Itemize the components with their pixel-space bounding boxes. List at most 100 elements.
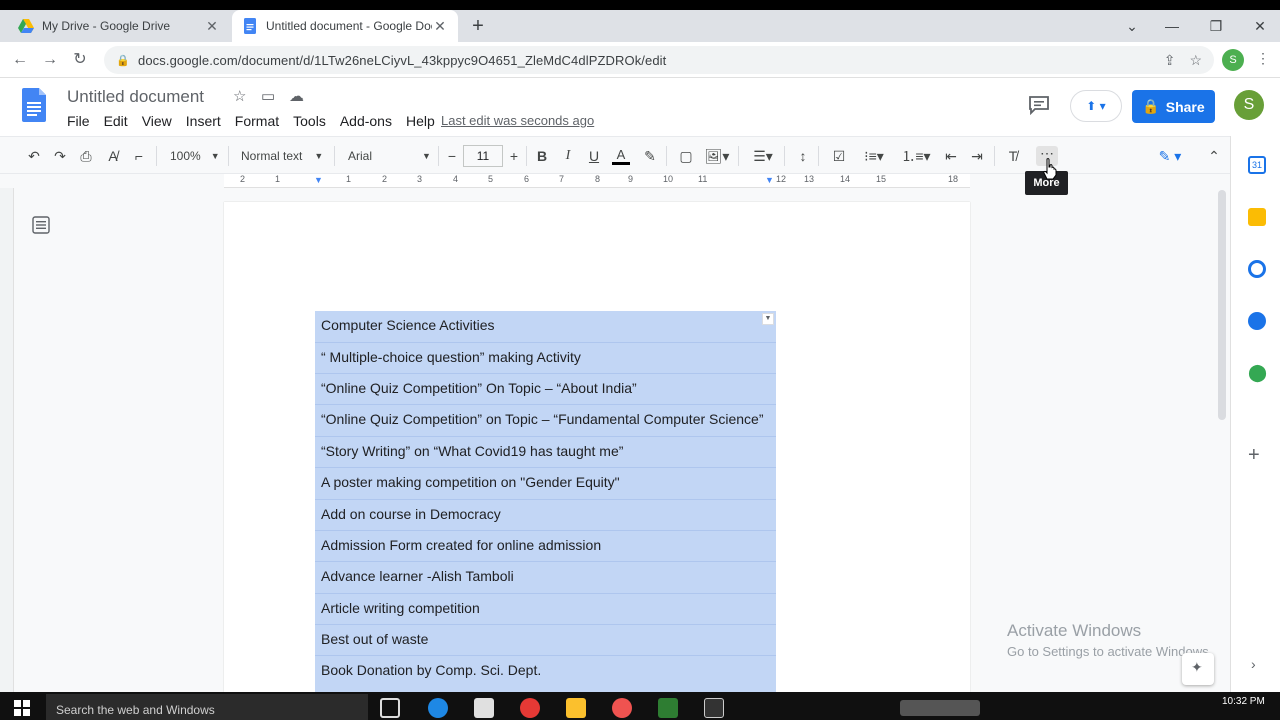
last-edit-link[interactable]: Last edit was seconds ago [441,113,594,128]
table-row[interactable]: Best out of waste [321,631,428,647]
task-view-icon[interactable] [380,698,400,718]
line-spacing-icon[interactable]: ↕ [793,145,813,167]
selected-table[interactable]: Computer Science Activities “ Multiple-c… [315,311,776,692]
decrease-font-size-button[interactable]: − [441,148,463,164]
table-row[interactable]: Article writing competition [321,600,480,616]
bulleted-list-icon[interactable]: ⁝≡▾ [856,145,892,167]
table-row[interactable]: Computer Science Activities [321,317,495,333]
paint-format-icon[interactable]: ⌐ [129,145,149,167]
menu-insert[interactable]: Insert [186,113,221,129]
document-title[interactable]: Untitled document [67,87,204,107]
document-outline-icon[interactable] [32,216,50,234]
zoom-select[interactable]: 100% ▼ [170,145,222,167]
left-indent-marker-icon[interactable]: ▼ [314,175,323,185]
back-button[interactable]: ← [8,48,32,72]
excel-icon[interactable] [658,698,678,718]
tasks-icon[interactable] [1248,260,1266,278]
editing-mode-icon[interactable]: ✎ ▾ [1150,145,1190,167]
insert-image-icon[interactable]: 🖼▾ [702,145,732,167]
browser-profile-avatar[interactable]: S [1222,49,1244,71]
edge-icon[interactable] [428,698,448,718]
table-row[interactable]: A poster making competition on "Gender E… [321,474,620,490]
print-icon[interactable]: ⎙ [76,145,96,167]
style-select[interactable]: Normal text ▼ [241,145,327,167]
chrome-icon[interactable] [520,698,540,718]
forward-button[interactable]: → [38,48,62,72]
tab-my-drive[interactable]: My Drive - Google Drive ✕ [8,10,230,42]
reload-button[interactable]: ↻ [68,48,92,72]
tab-search-chevron-icon[interactable]: ⌄ [1112,10,1152,42]
explore-button[interactable]: ✦ [1182,653,1214,685]
table-options-chevron-icon[interactable]: ▼ [762,313,774,325]
table-row[interactable]: Admission Form created for online admiss… [321,537,601,553]
present-button[interactable]: ⬆ ▾ [1070,90,1122,122]
redo-icon[interactable]: ↷ [50,145,70,167]
right-indent-marker-icon[interactable]: ▼ [765,175,774,185]
bold-icon[interactable]: B [532,145,552,167]
align-icon[interactable]: ☰▾ [748,145,778,167]
menu-file[interactable]: File [67,113,90,129]
table-row[interactable]: “Online Quiz Competition” on Topic – “Fu… [321,411,764,427]
table-row[interactable]: Advance learner -Alish Tamboli [321,568,514,584]
taskbar-clock[interactable]: 10:32 PM [1222,696,1265,707]
store-icon[interactable] [474,698,494,718]
show-side-panel-chevron-icon[interactable]: › [1251,656,1256,672]
contacts-icon[interactable] [1248,312,1266,330]
calendar-icon[interactable]: 31 [1248,156,1266,174]
close-icon[interactable]: ✕ [204,18,220,35]
move-folder-icon[interactable]: ▭ [261,87,275,105]
menu-add-ons[interactable]: Add-ons [340,113,392,129]
close-window-button[interactable]: ✕ [1240,10,1280,42]
numbered-list-icon[interactable]: ⒈≡▾ [898,145,934,167]
system-tray-icons[interactable] [900,700,980,716]
underline-icon[interactable]: U [584,145,604,167]
font-size-input[interactable]: 11 [463,145,503,167]
menu-edit[interactable]: Edit [104,113,128,129]
share-page-icon[interactable]: ⇪ [1164,52,1176,69]
close-icon[interactable]: ✕ [432,18,448,35]
insert-comment-icon[interactable]: ▢ [676,145,696,167]
get-add-ons-icon[interactable]: + [1248,444,1260,467]
new-tab-button[interactable]: + [466,14,490,38]
hide-menus-chevron-icon[interactable]: ⌃ [1204,145,1224,167]
cloud-status-icon[interactable]: ☁ [289,87,304,105]
maps-icon[interactable]: ⬤ [1248,364,1267,382]
horizontal-ruler[interactable]: 2 1 ▼ 1 2 3 4 5 6 7 8 9 10 11 ▼ 12 13 14… [224,174,970,188]
vertical-scrollbar[interactable] [1218,190,1226,420]
minimize-button[interactable]: — [1152,10,1192,42]
windows-start-icon[interactable] [14,700,30,716]
text-color-icon[interactable]: A [610,145,632,167]
increase-indent-icon[interactable]: ⇥ [966,145,988,167]
file-explorer-icon[interactable] [566,698,586,718]
omnibox[interactable]: 🔒 docs.google.com/document/d/1LTw26neLCi… [104,46,1214,74]
increase-font-size-button[interactable]: + [503,148,525,164]
menu-view[interactable]: View [142,113,172,129]
keep-icon[interactable] [1248,208,1266,226]
table-row[interactable]: “Story Writing” on “What Covid19 has tau… [321,443,623,459]
undo-icon[interactable]: ↶ [24,145,44,167]
clear-formatting-icon[interactable]: T̸ [1002,145,1024,167]
menu-help[interactable]: Help [406,113,435,129]
docs-logo-icon[interactable] [22,88,46,122]
app-icon[interactable] [704,698,724,718]
account-avatar[interactable]: S [1234,90,1264,120]
tab-untitled-document[interactable]: Untitled document - Google Doc ✕ [232,10,458,42]
chrome-active-icon[interactable] [612,698,632,718]
bookmark-star-icon[interactable]: ☆ [1189,52,1202,69]
table-row[interactable]: “ Multiple-choice question” making Activ… [321,349,581,365]
table-row[interactable]: Add on course in Democracy [321,506,501,522]
spellcheck-icon[interactable]: A̸ [103,145,123,167]
browser-menu-icon[interactable]: ⋮ [1256,50,1270,67]
menu-tools[interactable]: Tools [293,113,326,129]
checklist-icon[interactable]: ☑ [828,145,850,167]
table-row[interactable]: Book Donation by Comp. Sci. Dept. [321,662,541,678]
vertical-ruler[interactable] [0,188,14,698]
share-button[interactable]: 🔒 Share [1132,90,1215,123]
star-icon[interactable]: ☆ [233,87,246,105]
menu-format[interactable]: Format [235,113,279,129]
decrease-indent-icon[interactable]: ⇤ [940,145,962,167]
taskbar-search-input[interactable]: Search the web and Windows [46,694,368,720]
font-select[interactable]: Arial ▼ [348,145,434,167]
italic-icon[interactable]: I [558,145,578,167]
restore-button[interactable]: ❐ [1196,10,1236,42]
